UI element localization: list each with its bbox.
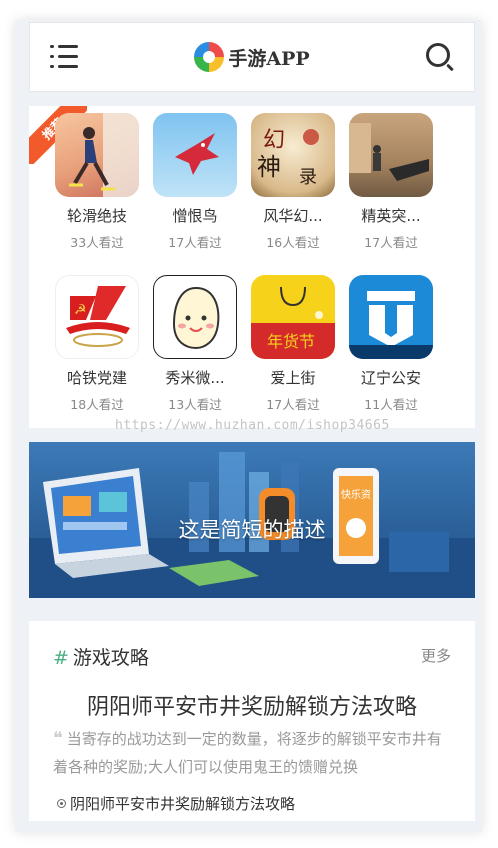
banner-sign-text: 快乐资 — [341, 489, 371, 501]
app-logo[interactable]: 手游APP — [194, 42, 310, 72]
mascot-icon — [153, 275, 237, 359]
app-views: 13人看过 — [168, 397, 222, 412]
watermark-text: https://www.huzhan.com/ishop34665 — [115, 418, 390, 433]
section-title-text: 游戏攻略 — [72, 647, 149, 669]
app-item[interactable]: 幻神录 风华幻... 16人看过 — [248, 113, 338, 251]
app-item[interactable]: 轮滑绝技 33人看过 — [52, 113, 142, 251]
bullet-icon — [57, 799, 66, 808]
banner-slide[interactable]: 快乐资 这是简短的描述 — [29, 442, 475, 598]
shopping-bag-icon: 年货节 — [251, 275, 335, 359]
svg-text:录: 录 — [299, 167, 317, 188]
section-title: # 游戏攻略 — [53, 643, 149, 670]
article-summary-text: 当寄存的战功达到一定的数量，将逐步的解锁平安市井有着各种的奖励;大人们可以使用鬼… — [53, 730, 442, 776]
skater-game-icon — [55, 113, 139, 197]
shooter-game-icon — [349, 113, 433, 197]
quote-icon: ❝ — [53, 728, 63, 749]
app-views: 17人看过 — [168, 235, 222, 250]
menu-icon[interactable] — [50, 44, 78, 70]
party-emblem-icon: ☭ — [55, 275, 139, 359]
logo-text: 手游APP — [228, 47, 310, 70]
app-views: 11人看过 — [364, 397, 418, 412]
more-link[interactable]: 更多 — [421, 645, 451, 666]
page-frame: 手游APP 推荐 轮滑绝技 33人看过 憎恨鸟 17人看过 幻神录 风华幻... — [15, 20, 482, 832]
list-item-text: 阴阳师平安市井奖励解锁方法攻略 — [70, 795, 296, 813]
article-headline[interactable]: 阴阳师平安市井奖励解锁方法攻略 — [29, 689, 475, 721]
app-views: 17人看过 — [266, 397, 320, 412]
app-views: 17人看过 — [364, 235, 418, 250]
app-grid: 推荐 轮滑绝技 33人看过 憎恨鸟 17人看过 幻神录 风华幻... 16人看过 — [29, 106, 475, 428]
red-bird-icon — [153, 113, 237, 197]
svg-text:年货节: 年货节 — [267, 332, 315, 351]
article-summary: ❝ 当寄存的战功达到一定的数量，将逐步的解锁平安市井有着各种的奖励;大人们可以使用… — [53, 725, 451, 781]
guide-section: # 游戏攻略 更多 阴阳师平安市井奖励解锁方法攻略 ❝ 当寄存的战功达到一定的数量，… — [29, 621, 475, 821]
top-header: 手游APP — [29, 22, 475, 92]
logo-icon — [194, 42, 225, 72]
hash-icon: # — [53, 647, 69, 669]
app-name: 精英突... — [361, 207, 421, 225]
app-name: 爱上街 — [270, 369, 316, 387]
svg-text:幻: 幻 — [263, 128, 285, 153]
app-name: 轮滑绝技 — [66, 207, 127, 225]
app-views: 16人看过 — [266, 235, 320, 250]
app-name: 憎恨鸟 — [172, 207, 218, 225]
app-name: 秀米微... — [165, 369, 225, 387]
app-views: 18人看过 — [70, 397, 124, 412]
app-item[interactable]: 年货节 爱上街 17人看过 — [248, 275, 338, 413]
app-views: 33人看过 — [70, 235, 124, 250]
app-item[interactable]: 憎恨鸟 17人看过 — [150, 113, 240, 251]
app-name: 哈铁党建 — [66, 369, 127, 387]
app-item[interactable]: 秀米微... 13人看过 — [150, 275, 240, 413]
svg-text:神: 神 — [257, 153, 281, 181]
app-item[interactable]: 辽宁公安 11人看过 — [346, 275, 436, 413]
app-name: 风华幻... — [263, 207, 323, 225]
search-icon[interactable] — [425, 43, 454, 72]
app-name: 辽宁公安 — [360, 369, 421, 387]
app-item[interactable]: 精英突... 17人看过 — [346, 113, 436, 251]
police-logo-icon — [349, 275, 433, 359]
fantasy-game-icon: 幻神录 — [251, 113, 335, 197]
list-item[interactable]: 阴阳师平安市井奖励解锁方法攻略 — [57, 793, 295, 814]
banner-caption: 这是简短的描述 — [178, 518, 326, 542]
app-item[interactable]: ☭ 哈铁党建 18人看过 — [52, 275, 142, 413]
svg-text:☭: ☭ — [74, 302, 87, 318]
